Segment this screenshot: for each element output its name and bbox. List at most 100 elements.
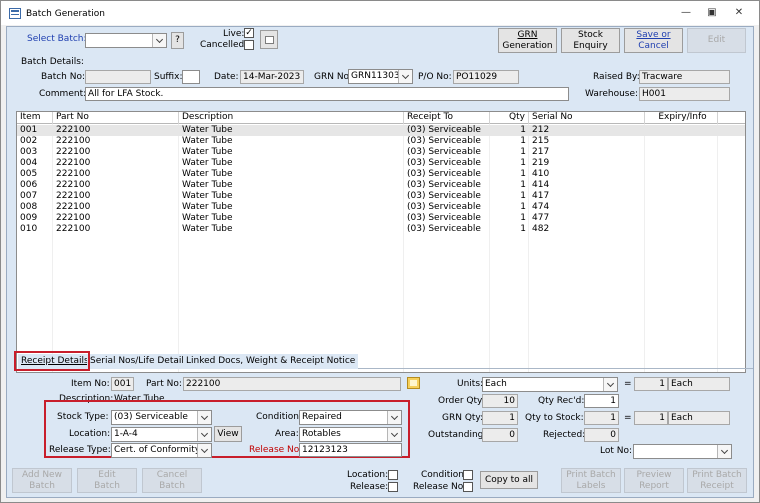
edit-button[interactable]: Edit bbox=[687, 28, 746, 53]
column-header-part-no[interactable]: Part No bbox=[53, 112, 179, 124]
copy-condition-checkbox[interactable] bbox=[463, 470, 473, 480]
save-or-cancel-button[interactable]: Save or Cancel bbox=[624, 28, 683, 53]
stock-type-label: Stock Type: bbox=[57, 412, 109, 422]
receipt-to-cell: (03) Serviceable bbox=[407, 158, 481, 168]
stock-enquiry-button[interactable]: Stock Enquiry bbox=[561, 28, 620, 53]
receipt-to-cell: (03) Serviceable bbox=[407, 213, 481, 223]
copy-release-no-checkbox[interactable] bbox=[463, 482, 473, 492]
live-checkbox[interactable]: ✓ bbox=[244, 28, 254, 38]
batch-no-field[interactable] bbox=[85, 70, 151, 84]
qty-cell: 1 bbox=[520, 224, 526, 234]
raised-by-label: Raised By: bbox=[593, 72, 640, 82]
chevron-down-icon[interactable] bbox=[603, 378, 617, 391]
comment-label: Comment: bbox=[39, 89, 87, 99]
serial-no-cell: 482 bbox=[532, 224, 550, 234]
description-cell: Water Tube bbox=[182, 202, 233, 212]
chevron-down-icon[interactable] bbox=[387, 411, 401, 424]
add-new-batch-button[interactable]: Add New Batch bbox=[12, 468, 72, 493]
lot-no-dropdown[interactable] bbox=[633, 444, 732, 459]
notes-button[interactable] bbox=[260, 30, 278, 49]
chevron-down-icon[interactable] bbox=[398, 70, 412, 83]
units-conversion-qty: 1 bbox=[634, 377, 668, 391]
column-header-expiry-info[interactable]: Expiry/Info bbox=[645, 112, 718, 124]
suffix-field[interactable] bbox=[182, 70, 200, 84]
column-header-description[interactable]: Description bbox=[179, 112, 404, 124]
table-row[interactable]: 010 222100 Water Tube (03) Serviceable 1 482 bbox=[17, 224, 745, 235]
column-header-serial-no[interactable]: Serial No bbox=[529, 112, 645, 124]
chevron-down-icon[interactable] bbox=[387, 428, 401, 441]
column-header-qty[interactable]: Qty bbox=[490, 112, 529, 124]
units-equals-sign: = bbox=[624, 379, 632, 389]
receipt-to-cell: (03) Serviceable bbox=[407, 169, 481, 179]
help-button[interactable]: ? bbox=[171, 32, 184, 49]
table-row[interactable]: 009 222100 Water Tube (03) Serviceable 1 477 bbox=[17, 213, 745, 224]
receipt-to-cell: (03) Serviceable bbox=[407, 224, 481, 234]
copy-location-checkbox[interactable] bbox=[388, 470, 398, 480]
column-header-receipt-to[interactable]: Receipt To bbox=[404, 112, 490, 124]
cancel-batch-button[interactable]: Cancel Batch bbox=[142, 468, 202, 493]
cancelled-checkbox[interactable] bbox=[244, 40, 254, 50]
copy-location-label: Location: bbox=[347, 470, 389, 480]
table-row[interactable]: 006 222100 Water Tube (03) Serviceable 1 414 bbox=[17, 180, 745, 191]
chevron-down-icon[interactable] bbox=[197, 428, 211, 441]
units-dropdown[interactable]: Each bbox=[482, 377, 618, 392]
grn-qty-label: GRN Qty: bbox=[442, 413, 484, 423]
item-no-field[interactable]: 001 bbox=[111, 377, 134, 391]
batch-items-grid: Item Part No Description Receipt To Qty … bbox=[16, 111, 746, 373]
grn-no-dropdown[interactable]: GRN11303 bbox=[348, 69, 413, 84]
minimize-icon[interactable]: — bbox=[678, 7, 694, 19]
copy-release-checkbox[interactable] bbox=[388, 482, 398, 492]
table-row[interactable]: 008 222100 Water Tube (03) Serviceable 1 474 bbox=[17, 202, 745, 213]
table-row[interactable]: 007 222100 Water Tube (03) Serviceable 1 417 bbox=[17, 191, 745, 202]
view-location-button[interactable]: View bbox=[214, 426, 242, 442]
part-no-field[interactable]: 222100 bbox=[183, 377, 401, 391]
release-type-dropdown[interactable]: Cert. of Conformity bbox=[111, 443, 212, 458]
condition-dropdown[interactable]: Repaired bbox=[299, 410, 402, 425]
location-dropdown[interactable]: 1-A-4 bbox=[111, 427, 212, 442]
part-no-cell: 222100 bbox=[56, 202, 91, 212]
table-row[interactable]: 001 222100 Water Tube (03) Serviceable 1 212 bbox=[17, 125, 745, 136]
part-no-cell: 222100 bbox=[56, 125, 91, 135]
preview-report-button[interactable]: Preview Report bbox=[624, 468, 684, 493]
print-batch-labels-button[interactable]: Print Batch Labels bbox=[561, 468, 621, 493]
folder-icon[interactable] bbox=[407, 377, 420, 389]
table-row[interactable]: 002 222100 Water Tube (03) Serviceable 1 215 bbox=[17, 136, 745, 147]
release-no-field[interactable]: 12123123 bbox=[299, 443, 402, 457]
chevron-down-icon[interactable] bbox=[197, 444, 211, 457]
print-batch-receipt-button[interactable]: Print Batch Receipt bbox=[687, 468, 747, 493]
table-row[interactable]: 003 222100 Water Tube (03) Serviceable 1 217 bbox=[17, 147, 745, 158]
item-cell: 005 bbox=[20, 169, 38, 179]
close-icon[interactable]: ✕ bbox=[731, 7, 747, 19]
column-header-item[interactable]: Item bbox=[17, 112, 53, 124]
raised-by-field[interactable]: Tracware bbox=[639, 70, 730, 84]
serial-no-cell: 414 bbox=[532, 180, 550, 190]
stock-conversion-unit: Each bbox=[668, 411, 730, 425]
copy-to-all-button[interactable]: Copy to all bbox=[480, 471, 538, 489]
edit-batch-button[interactable]: Edit Batch bbox=[77, 468, 137, 493]
copy-condition-label: Condition: bbox=[421, 470, 467, 480]
part-no-cell: 222100 bbox=[56, 169, 91, 179]
chevron-down-icon[interactable] bbox=[717, 445, 731, 458]
area-dropdown[interactable]: Rotables bbox=[299, 427, 402, 442]
restore-icon[interactable]: ▣ bbox=[704, 7, 720, 19]
chevron-down-icon[interactable] bbox=[152, 34, 166, 47]
grn-generation-button[interactable]: GRN Generation bbox=[498, 28, 557, 53]
item-cell: 009 bbox=[20, 213, 38, 223]
chevron-down-icon[interactable] bbox=[197, 411, 211, 424]
qty-recd-field[interactable]: 1 bbox=[584, 394, 619, 408]
part-no-cell: 222100 bbox=[56, 213, 91, 223]
warehouse-field[interactable]: H001 bbox=[639, 87, 730, 101]
tab-linked-docs-weight-receipt-notice[interactable]: Linked Docs, Weight & Receipt Notice bbox=[183, 354, 359, 369]
area-label: Area: bbox=[275, 429, 299, 439]
stock-type-dropdown[interactable]: (03) Serviceable bbox=[111, 410, 212, 425]
part-no-cell: 222100 bbox=[56, 180, 91, 190]
table-row[interactable]: 004 222100 Water Tube (03) Serviceable 1 219 bbox=[17, 158, 745, 169]
table-row[interactable]: 005 222100 Water Tube (03) Serviceable 1 410 bbox=[17, 169, 745, 180]
po-no-field[interactable]: PO11029 bbox=[453, 70, 519, 84]
date-field[interactable]: 14-Mar-2023 bbox=[240, 70, 304, 84]
select-batch-dropdown[interactable] bbox=[85, 33, 167, 48]
grn-no-label: GRN No: bbox=[314, 72, 353, 82]
units-label: Units: bbox=[457, 379, 484, 389]
tab-serial-nos-life-details[interactable]: Serial Nos/Life Details bbox=[87, 354, 192, 369]
comment-field[interactable]: All for LFA Stock. bbox=[85, 87, 569, 101]
